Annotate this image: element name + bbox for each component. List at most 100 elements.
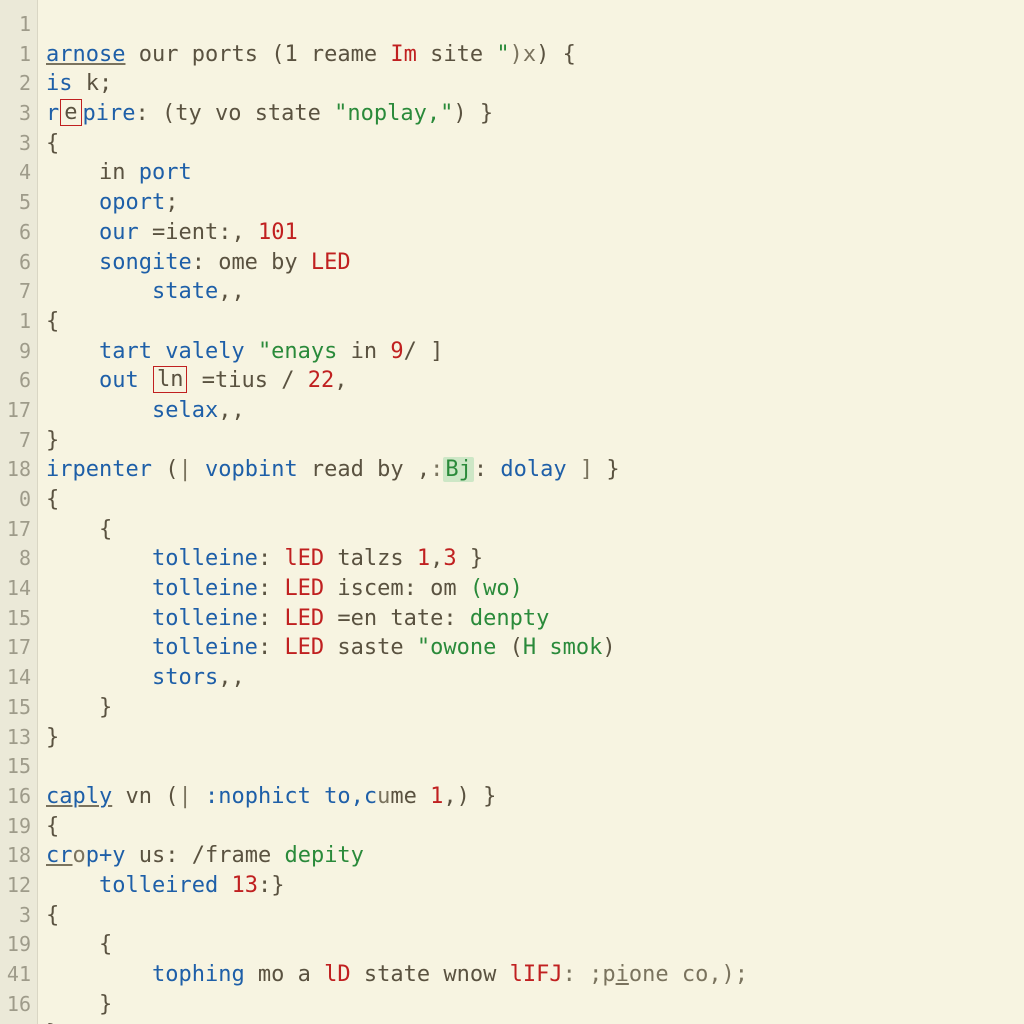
code-token: |	[178, 784, 191, 809]
code-token	[46, 576, 152, 601]
code-token: {	[46, 309, 59, 334]
code-line[interactable]: tolleine: LED =en tate: denpty	[46, 604, 1024, 634]
code-token: (wo)	[470, 576, 523, 601]
code-token: LED	[284, 606, 324, 631]
code-token: port	[139, 160, 192, 185]
code-token: iscem: om	[324, 576, 470, 601]
code-line[interactable]: {	[46, 901, 1024, 931]
code-line[interactable]: oport;	[46, 188, 1024, 218]
code-token	[192, 457, 205, 482]
code-token: tolleine	[152, 606, 258, 631]
code-token: irpenter	[46, 457, 152, 482]
code-line[interactable]: tolleine: lED talzs 1,3 }	[46, 544, 1024, 574]
code-token: :nophict to,c	[192, 784, 377, 809]
code-token: "	[496, 42, 509, 67]
line-number: 3	[0, 129, 37, 159]
code-line[interactable]: }	[46, 693, 1024, 723]
code-token: {	[46, 487, 59, 512]
code-token: "enays	[258, 339, 337, 364]
code-token: ,,	[218, 398, 245, 423]
code-token	[218, 873, 231, 898]
line-number: 7	[0, 277, 37, 307]
code-line[interactable]: {	[46, 930, 1024, 960]
code-token: out	[99, 368, 139, 393]
line-number: 14	[0, 574, 37, 604]
line-number: 16	[0, 782, 37, 812]
code-token: talzs	[324, 546, 417, 571]
code-line[interactable]: our =ient:, 101	[46, 218, 1024, 248]
code-line[interactable]: tart valely "enays in 9/ ]	[46, 337, 1024, 367]
code-line[interactable]: {	[46, 812, 1024, 842]
code-line[interactable]: }	[46, 723, 1024, 753]
code-line[interactable]: stors,,	[46, 663, 1024, 693]
code-line[interactable]: caply vn (| :nophict to,cume 1,) }	[46, 782, 1024, 812]
code-line[interactable]: {	[46, 485, 1024, 515]
line-number: 6	[0, 218, 37, 248]
code-token: 101	[258, 220, 298, 245]
code-token	[46, 368, 99, 393]
code-line[interactable]: irpenter (| vopbint read by ,:Bj: dolay …	[46, 455, 1024, 485]
code-line[interactable]: out ln =tius / 22,	[46, 366, 1024, 396]
code-token	[46, 339, 99, 364]
code-token: r	[46, 101, 59, 126]
line-number: 2	[0, 69, 37, 99]
code-token: }	[46, 428, 59, 453]
code-line[interactable]: tolleine: LED iscem: om (wo)	[46, 574, 1024, 604]
code-token: : ome by	[192, 250, 311, 275]
code-token: : ;p	[563, 962, 616, 987]
code-token: Bj	[443, 457, 474, 482]
code-line[interactable]	[46, 752, 1024, 782]
code-token: :	[258, 576, 285, 601]
code-token: read by ,	[298, 457, 430, 482]
code-line[interactable]: arnose our ports (1 reame Im site ")x) {	[46, 40, 1024, 70]
code-line[interactable]: songite: ome by LED	[46, 248, 1024, 278]
code-line[interactable]: is k;	[46, 69, 1024, 99]
code-token: }	[46, 695, 112, 720]
code-token: 3	[443, 546, 456, 571]
code-area[interactable]: arnose our ports (1 reame Im site ")x) {…	[38, 0, 1024, 1024]
code-token: ,,	[218, 279, 245, 304]
code-line[interactable]: tolleired 13:}	[46, 871, 1024, 901]
code-token: Im	[390, 42, 417, 67]
code-line[interactable]: repire: (ty vo state "noplay,") }	[46, 99, 1024, 129]
code-token: }	[46, 725, 59, 750]
code-line[interactable]: {	[46, 129, 1024, 159]
code-line[interactable]: }	[46, 1019, 1024, 1024]
code-editor[interactable]: 1123345667196177180178141517141513151619…	[0, 0, 1024, 1024]
code-line[interactable]: }	[46, 990, 1024, 1020]
code-line[interactable]: tophing mo a lD state wnow lIFJ: ;pione …	[46, 960, 1024, 990]
code-token: pire	[83, 101, 136, 126]
code-line[interactable]: selax,,	[46, 396, 1024, 426]
code-token: "noplay,"	[334, 101, 453, 126]
line-number: 1	[0, 307, 37, 337]
code-token: denpty	[470, 606, 549, 631]
code-token: ;	[165, 190, 178, 215]
code-token: 13	[231, 873, 258, 898]
code-token: cr	[46, 843, 73, 868]
code-token: :}	[258, 873, 285, 898]
code-line[interactable]: {	[46, 307, 1024, 337]
code-token: ) {	[536, 42, 576, 67]
code-line[interactable]: state,,	[46, 277, 1024, 307]
code-token: k;	[73, 71, 113, 96]
code-token: mo a	[245, 962, 324, 987]
code-token: i	[616, 962, 629, 987]
code-line[interactable]: crop+y us: /frame depity	[46, 841, 1024, 871]
code-token: }	[457, 546, 484, 571]
line-number: 6	[0, 366, 37, 396]
code-token: 22	[308, 368, 335, 393]
code-token: stors	[152, 665, 218, 690]
code-line[interactable]	[46, 10, 1024, 40]
code-line[interactable]: in port	[46, 158, 1024, 188]
code-line[interactable]: {	[46, 515, 1024, 545]
line-number: 16	[0, 990, 37, 1020]
code-token: selax	[152, 398, 218, 423]
code-token: lIFJ	[510, 962, 563, 987]
code-line[interactable]: }	[46, 426, 1024, 456]
line-number: 7	[0, 426, 37, 456]
line-number: 12	[0, 871, 37, 901]
line-number: 10	[0, 1019, 37, 1024]
code-token: )	[602, 635, 615, 660]
code-line[interactable]: tolleine: LED saste "owone (H smok)	[46, 633, 1024, 663]
code-token: caply	[46, 784, 112, 809]
